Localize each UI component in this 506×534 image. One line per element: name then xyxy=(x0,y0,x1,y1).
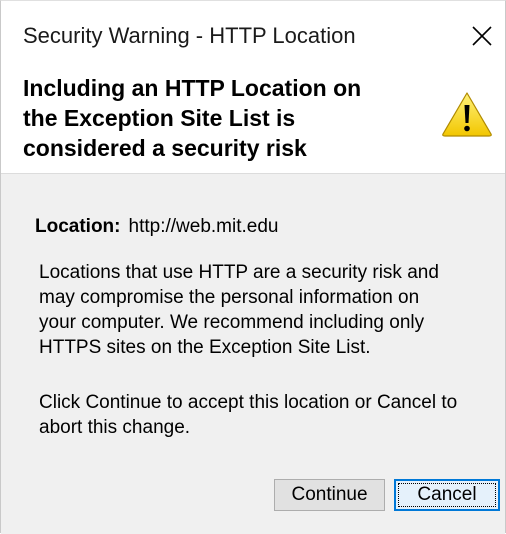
instruction-text: Click Continue to accept this location o… xyxy=(39,392,458,438)
location-row: Location: http://web.mit.edu xyxy=(35,216,278,238)
title-bar: Security Warning - HTTP Location xyxy=(1,1,505,63)
window-title: Security Warning - HTTP Location xyxy=(23,23,356,48)
location-value: http://web.mit.edu xyxy=(128,216,279,237)
cancel-button[interactable]: Cancel xyxy=(394,479,500,511)
continue-button-label: Continue xyxy=(291,484,368,505)
warning-icon xyxy=(442,92,492,137)
dialog-body: Location: http://web.mit.edu Locations th… xyxy=(1,174,505,534)
security-warning-dialog: Security Warning - HTTP Location Includi… xyxy=(0,0,506,534)
warning-heading: Including an HTTP Location on the Except… xyxy=(23,75,362,161)
risk-description: Locations that use HTTP are a security r… xyxy=(39,262,439,358)
location-label: Location: xyxy=(35,216,121,237)
continue-button[interactable]: Continue xyxy=(274,479,385,511)
close-icon xyxy=(472,26,492,46)
cancel-button-label: Cancel xyxy=(417,484,477,505)
warning-header: Including an HTTP Location on the Except… xyxy=(1,63,505,174)
close-button[interactable] xyxy=(465,19,499,53)
